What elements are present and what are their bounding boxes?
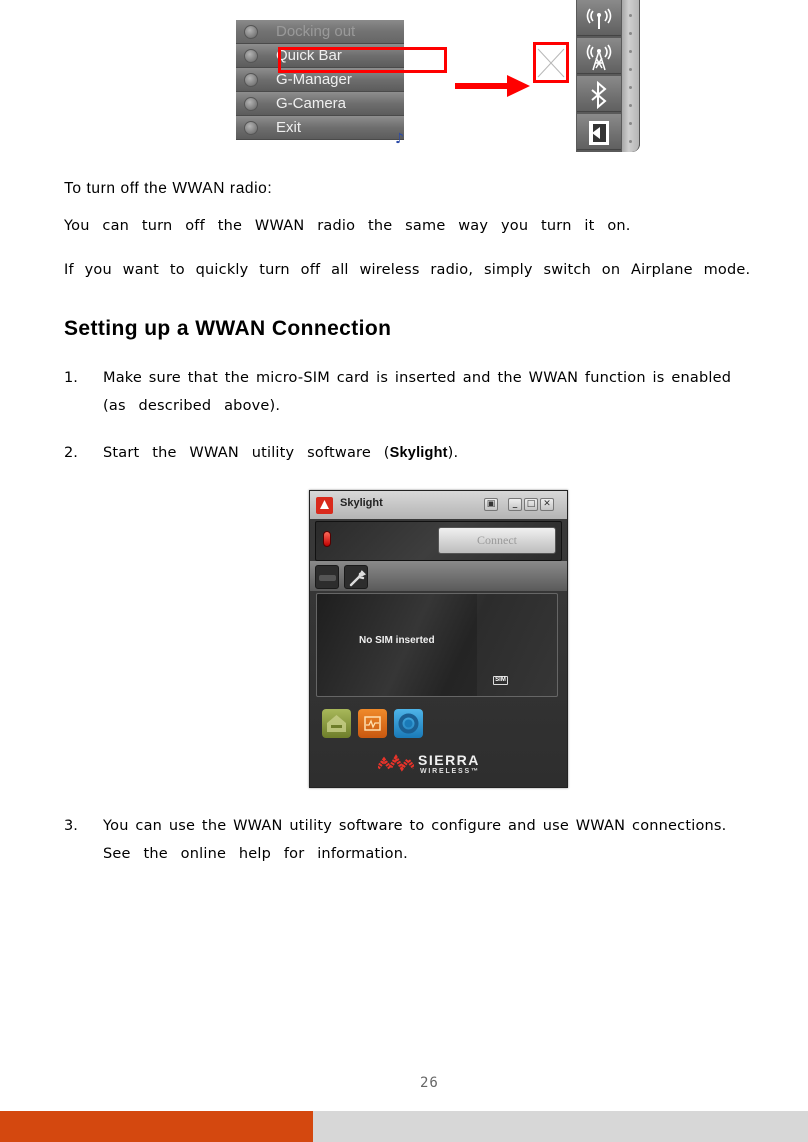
paragraph: You can turn off the WWAN radio the same… <box>64 218 631 234</box>
help-app-button[interactable] <box>394 709 423 738</box>
brand-line-2: WIRELESS™ <box>420 768 480 775</box>
footer-bar <box>313 1111 808 1142</box>
step-text-suffix: ). <box>447 445 459 461</box>
step-text-prefix: Start the WWAN utility software ( <box>103 445 390 461</box>
house-icon <box>327 715 346 732</box>
home-app-button[interactable] <box>322 709 351 738</box>
radio-dot-icon <box>244 121 258 135</box>
step-text: Start the WWAN utility software (Skyligh… <box>103 445 458 461</box>
page-number: 26 <box>420 1075 439 1091</box>
step-text: See the online help for information. <box>103 846 408 862</box>
step-text: You can use the WWAN utility software to… <box>103 818 727 834</box>
close-button[interactable]: ✕ <box>540 498 554 511</box>
title-bar[interactable]: Skylight ▣ _ □ ✕ <box>310 491 567 519</box>
highlight-box-quick-bar <box>278 47 447 73</box>
footer-accent-bar <box>0 1111 313 1142</box>
step-text: (as described above). <box>103 398 281 414</box>
sim-status-text: No SIM inserted <box>359 635 435 646</box>
battery-toggle-button[interactable] <box>315 565 339 589</box>
radio-dot-icon <box>244 97 258 111</box>
connect-button[interactable]: Connect <box>438 527 556 554</box>
step-text: Make sure that the micro-SIM card is ins… <box>103 370 732 386</box>
window-title: Skylight <box>340 497 383 509</box>
section-title: Setting up a WWAN Connection <box>64 317 392 340</box>
sierra-wireless-logo: SIERRA WIRELESS™ <box>378 751 498 777</box>
connection-panel: Connect <box>315 521 562 561</box>
radio-dot-icon <box>244 73 258 87</box>
lifebuoy-icon <box>398 713 419 734</box>
wireless-antenna-icon <box>586 8 612 29</box>
status-display: No SIM inserted SIM <box>316 593 558 697</box>
maximize-button[interactable]: □ <box>524 498 538 511</box>
context-menu: Docking out Quick Bar G-Manager G-Camera… <box>236 20 404 144</box>
wwan-tower-icon <box>586 44 612 71</box>
step-number: 2. <box>64 445 78 461</box>
tray-app-icon[interactable]: ♪ <box>395 131 411 148</box>
settings-button[interactable] <box>344 565 368 589</box>
menu-item-docking-out[interactable]: Docking out <box>236 20 404 44</box>
monitor-app-button[interactable] <box>358 709 387 738</box>
step-number: 1. <box>64 370 78 386</box>
menu-item-exit[interactable]: Exit <box>236 116 404 140</box>
wwan-toggle-button[interactable] <box>577 38 621 74</box>
right-arrow-icon <box>455 75 530 97</box>
sim-badge: SIM <box>493 676 508 685</box>
skylight-logo-icon <box>316 497 333 514</box>
minimize-button[interactable]: _ <box>508 498 522 511</box>
app-name-skylight: Skylight <box>389 445 448 461</box>
exit-quickbar-button[interactable] <box>577 114 621 150</box>
wireless-toggle-button[interactable] <box>577 0 621 36</box>
status-led-icon <box>323 531 331 547</box>
quick-bar <box>576 0 640 152</box>
menu-item-g-camera[interactable]: G-Camera <box>236 92 404 116</box>
radio-dot-icon <box>244 25 258 39</box>
sierra-wave-icon <box>378 754 414 772</box>
bluetooth-toggle-button[interactable] <box>577 76 621 112</box>
bluetooth-icon <box>591 81 607 109</box>
subheading: To turn off the WWAN radio: <box>64 180 273 197</box>
highlight-box-close <box>533 42 569 83</box>
paragraph: If you want to quickly turn off all wire… <box>64 262 751 278</box>
skylight-window: Skylight ▣ _ □ ✕ Connect No SIM inserted… <box>309 490 568 788</box>
signal-graph-icon <box>364 716 381 731</box>
brand-line-1: SIERRA <box>418 752 480 768</box>
step-number: 3. <box>64 818 78 834</box>
exit-door-icon <box>589 121 609 145</box>
compact-view-button[interactable]: ▣ <box>484 498 498 511</box>
wrench-icon <box>349 570 367 587</box>
radio-dot-icon <box>244 49 258 63</box>
battery-icon <box>319 575 336 581</box>
quickbar-rail[interactable] <box>622 0 640 152</box>
